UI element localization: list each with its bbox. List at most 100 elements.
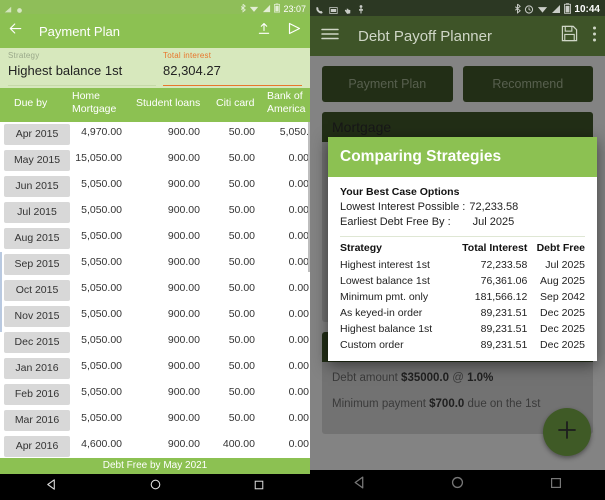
- table-row[interactable]: Mar 20165,050.00900.0050.000.00: [0, 408, 310, 434]
- right-app-title: Debt Payoff Planner: [358, 28, 492, 45]
- table-row[interactable]: Dec 20155,050.00900.0050.000.00: [0, 330, 310, 356]
- cell-mortgage: 5,050.00: [81, 386, 122, 398]
- table-row[interactable]: Jun 20155,050.00900.0050.000.00: [0, 174, 310, 200]
- payment-table-body[interactable]: Apr 20154,970.00900.0050.005,050.May 201…: [0, 122, 310, 474]
- strategy-row[interactable]: Highest balance 1st89,231.51Dec 2025: [340, 321, 585, 337]
- strategy-row[interactable]: Highest interest 1st72,233.58Jul 2025: [340, 257, 585, 273]
- column-header-home-mortgage[interactable]: Home Mortgage: [72, 90, 130, 116]
- dialog-header: Comparing Strategies: [328, 137, 597, 177]
- cell-mortgage: 5,050.00: [81, 360, 122, 372]
- strategy-comparison-table: Strategy Total Interest Debt Free Highes…: [340, 242, 585, 353]
- table-row[interactable]: Jan 20165,050.00900.0050.000.00: [0, 356, 310, 382]
- column-header-bank-of-america[interactable]: Bank of America: [267, 90, 310, 116]
- cell-due-by: Jun 2015: [4, 176, 70, 197]
- left-edge-indicator: [0, 252, 2, 332]
- hamburger-icon[interactable]: [320, 26, 340, 47]
- cell-student: 900.00: [168, 386, 200, 398]
- table-row[interactable]: Aug 20155,050.00900.0050.000.00: [0, 226, 310, 252]
- cell-due-by: Jul 2015: [4, 202, 70, 223]
- strategy-underline: [8, 85, 156, 86]
- left-phone-screen: 23:07 Payment Plan Strategy Highest bala…: [0, 0, 310, 500]
- cell-strategy: Minimum pmt. only: [340, 289, 450, 305]
- cell-mortgage: 15,050.00: [75, 152, 122, 164]
- plan-summary-bar: Strategy Highest balance 1st Total inter…: [0, 48, 310, 88]
- add-debt-fab[interactable]: [543, 408, 591, 456]
- cell-free: Aug 2025: [527, 273, 585, 289]
- strategy-label: Strategy: [8, 51, 122, 60]
- cell-boa: 0.00: [289, 230, 309, 242]
- total-interest-underline: [163, 85, 302, 86]
- cell-interest: 181,566.12: [450, 289, 528, 305]
- cell-boa: 0.00: [289, 334, 309, 346]
- cell-boa: 0.00: [289, 152, 309, 164]
- left-app-bar: Payment Plan: [0, 14, 310, 48]
- table-row[interactable]: May 201515,050.00900.0050.000.00: [0, 148, 310, 174]
- cell-due-by: May 2015: [4, 150, 70, 171]
- recents-square-icon[interactable]: [253, 478, 265, 496]
- best-case-heading: Your Best Case Options: [340, 186, 585, 198]
- home-circle-icon[interactable]: [149, 478, 162, 496]
- send-icon[interactable]: [287, 21, 302, 41]
- cell-due-by: Dec 2015: [4, 332, 70, 353]
- table-row[interactable]: Nov 20155,050.00900.0050.000.00: [0, 304, 310, 330]
- strategy-row[interactable]: As keyed-in order89,231.51Dec 2025: [340, 305, 585, 321]
- cell-due-by: Aug 2015: [4, 228, 70, 249]
- earliest-debt-free-row: Earliest Debt Free By : Jul 2025: [340, 215, 585, 230]
- table-row[interactable]: Feb 20165,050.00900.0050.000.00: [0, 382, 310, 408]
- strategy-col-header: Strategy: [340, 242, 450, 257]
- cell-strategy: Highest interest 1st: [340, 257, 450, 273]
- cell-student: 900.00: [168, 438, 200, 450]
- save-icon[interactable]: [561, 25, 578, 47]
- cell-boa: 0.00: [289, 308, 309, 320]
- cell-citi: 400.00: [223, 438, 255, 450]
- cell-mortgage: 5,050.00: [81, 282, 122, 294]
- column-header-student-loans[interactable]: Student loans: [136, 97, 200, 110]
- cell-free: Dec 2025: [527, 337, 585, 353]
- strategy-value: Highest balance 1st: [8, 63, 122, 78]
- cell-strategy: Highest balance 1st: [340, 321, 450, 337]
- back-arrow-icon[interactable]: [8, 21, 23, 41]
- cell-citi: 50.00: [229, 386, 255, 398]
- cell-citi: 50.00: [229, 334, 255, 346]
- column-header-citi-card[interactable]: Citi card: [216, 97, 255, 110]
- cell-interest: 72,233.58: [450, 257, 528, 273]
- cell-boa: 0.00: [289, 438, 309, 450]
- cell-mortgage: 5,050.00: [81, 412, 122, 424]
- dialog-divider: [340, 236, 585, 237]
- cell-mortgage: 4,600.00: [81, 438, 122, 450]
- cell-mortgage: 5,050.00: [81, 334, 122, 346]
- cell-student: 900.00: [168, 204, 200, 216]
- cell-student: 900.00: [168, 412, 200, 424]
- overflow-menu-icon[interactable]: [592, 25, 597, 48]
- table-row[interactable]: Apr 20154,970.00900.0050.005,050.: [0, 122, 310, 148]
- cell-boa: 0.00: [289, 256, 309, 268]
- strategy-row[interactable]: Minimum pmt. only181,566.12Sep 2042: [340, 289, 585, 305]
- right-phone-screen: 10:44 Debt Payoff Planner Payment Plan R…: [310, 0, 605, 500]
- cell-student: 900.00: [168, 230, 200, 242]
- cell-mortgage: 4,970.00: [81, 126, 122, 138]
- cell-student: 900.00: [168, 360, 200, 372]
- upload-icon[interactable]: [257, 22, 271, 41]
- comparing-strategies-dialog: Comparing Strategies Your Best Case Opti…: [328, 137, 597, 361]
- cell-due-by: Jan 2016: [4, 358, 70, 379]
- cell-citi: 50.00: [229, 178, 255, 190]
- cell-mortgage: 5,050.00: [81, 178, 122, 190]
- cell-free: Sep 2042: [527, 289, 585, 305]
- table-row[interactable]: Apr 20164,600.00900.00400.000.00: [0, 434, 310, 460]
- table-row[interactable]: Oct 20155,050.00900.0050.000.00: [0, 278, 310, 304]
- cell-strategy: Custom order: [340, 337, 450, 353]
- column-header-due-by[interactable]: Due by: [14, 97, 47, 110]
- left-app-title: Payment Plan: [39, 24, 120, 39]
- strategy-row[interactable]: Lowest balance 1st76,361.06Aug 2025: [340, 273, 585, 289]
- cell-citi: 50.00: [229, 152, 255, 164]
- dual-phone-screenshot: 23:07 Payment Plan Strategy Highest bala…: [0, 0, 605, 500]
- cell-free: Jul 2025: [527, 257, 585, 273]
- total-interest-summary: Total interest 82,304.27: [163, 51, 302, 78]
- lowest-interest-label: Lowest Interest Possible :: [340, 200, 465, 215]
- table-row[interactable]: Sep 20155,050.00900.0050.000.00: [0, 252, 310, 278]
- back-triangle-icon[interactable]: [45, 478, 58, 496]
- cell-boa: 5,050.: [280, 126, 309, 138]
- table-row[interactable]: Jul 20155,050.00900.0050.000.00: [0, 200, 310, 226]
- strategy-row[interactable]: Custom order89,231.51Dec 2025: [340, 337, 585, 353]
- cell-strategy: Lowest balance 1st: [340, 273, 450, 289]
